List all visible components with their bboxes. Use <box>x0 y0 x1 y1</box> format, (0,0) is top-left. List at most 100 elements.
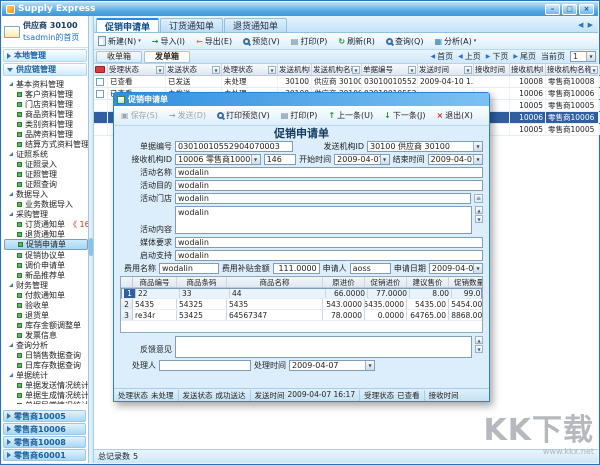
column-header[interactable]: 接收机构ID <box>510 64 546 75</box>
sidebar-item-selected[interactable]: 促销申请单 <box>4 239 88 250</box>
row-checkbox[interactable] <box>96 78 104 86</box>
scroll-up-icon[interactable]: ▲ <box>475 336 483 344</box>
fee-name-field[interactable]: wodalin <box>159 263 219 274</box>
sidebar-group[interactable]: 查询分析 <box>4 340 88 350</box>
sidebar-group[interactable]: 财务管理 <box>4 280 88 290</box>
refresh-button[interactable]: ↻刷新(R) <box>338 36 375 47</box>
print-button[interactable]: ▤打印(P) <box>291 36 328 47</box>
sidebar-item[interactable]: 验收单 <box>4 300 88 310</box>
filter-icon[interactable]: ▼ <box>156 66 164 74</box>
table-row[interactable]: 已查看 已发送 未处理 30100 供应商 30100 030100105529… <box>94 76 598 88</box>
tab-promotion-request[interactable]: 促销申请单 <box>96 18 159 32</box>
column-header[interactable]: 发送时间▼ <box>418 64 474 75</box>
scroll-up-icon[interactable]: ▲ <box>475 206 483 214</box>
sidebar-item[interactable]: 订货通知单《 1621 》 <box>4 219 88 229</box>
sidebar-group[interactable]: 数据导入 <box>4 189 88 199</box>
close-button[interactable]: × <box>579 4 594 15</box>
activity-purpose-field[interactable]: wodalin <box>175 180 483 191</box>
recv-extra-field[interactable]: 146 <box>264 154 297 165</box>
outbox-tab[interactable]: 发单箱 <box>144 51 190 63</box>
activity-name-field[interactable]: wodalin <box>175 167 483 178</box>
send-org-select[interactable]: 30100 供应商 30100▼ <box>367 141 483 152</box>
column-header[interactable]: 发送状态▼ <box>166 64 222 75</box>
new-button[interactable]: 新建(N)▾ <box>98 36 141 47</box>
column-header[interactable]: 受理状态▼ <box>108 64 166 75</box>
apply-date-select[interactable]: 2009-04-07▼ <box>429 263 483 274</box>
sidebar-item[interactable]: 证照录入 <box>4 159 88 169</box>
sidebar-item[interactable]: 证照管理 <box>4 169 88 179</box>
splitter-grip[interactable] <box>89 238 93 256</box>
sidebar-item[interactable]: 证照查询 <box>4 179 88 189</box>
sidebar-item[interactable]: 退货通知单 <box>4 229 88 239</box>
column-header[interactable]: 接收机构名称▼ <box>546 64 600 75</box>
sidebar-item[interactable]: 类别资料管理 <box>4 119 88 129</box>
sidebar-item[interactable]: 退货单 <box>4 310 88 320</box>
grid-row-selected[interactable]: 1 22 33 44 66.0000 77.0000 8.00 99.000 <box>121 288 482 299</box>
filter-icon[interactable]: ▼ <box>268 66 276 74</box>
import-button[interactable]: →导入(I) <box>152 36 185 47</box>
filter-icon[interactable]: ▼ <box>352 66 360 74</box>
sidebar-group[interactable]: 基本资料管理 <box>4 79 88 89</box>
sidebar-item[interactable]: 付款通知单 <box>4 290 88 300</box>
grid-column-header[interactable]: 原进价 <box>323 277 365 287</box>
scroll-down-icon[interactable]: ▼ <box>475 345 483 353</box>
end-date-select[interactable]: 2009-04-07▼ <box>428 154 483 165</box>
sidebar-section-local[interactable]: 本地管理 <box>3 49 87 62</box>
maximize-button[interactable]: ▢ <box>562 4 577 15</box>
sidebar-item[interactable]: 库存金额调整单 <box>4 320 88 330</box>
dropdown-icon[interactable]: ▾ <box>474 38 477 44</box>
retailer-bar[interactable]: 零售商10008 <box>3 436 86 448</box>
sidebar-group[interactable]: 证照系统 <box>4 149 88 159</box>
dropdown-icon[interactable]: ▾ <box>138 38 141 44</box>
sidebar-section-supply[interactable]: 供应链管理 <box>3 63 87 76</box>
sidebar-item[interactable]: 商品资料管理 <box>4 109 88 119</box>
sidebar-item[interactable]: 单据发送情况统计 <box>4 380 88 390</box>
doc-no-field[interactable]: 03010010552904070003 <box>175 141 293 152</box>
column-header[interactable]: 发送机构名称▼ <box>312 64 362 75</box>
sidebar-item[interactable]: 业务数据导入 <box>4 199 88 209</box>
retailer-bar[interactable]: 零售商10005 <box>3 410 86 422</box>
column-header[interactable]: 发送机构ID <box>278 64 312 75</box>
flag-column-header[interactable] <box>94 64 108 75</box>
filter-icon[interactable]: ▼ <box>590 66 598 74</box>
sidebar-item[interactable]: 结算方式资料管理 <box>4 139 88 149</box>
feedback-field[interactable] <box>175 336 472 358</box>
recv-org-select[interactable]: 10006 零售商10006▼ <box>175 154 261 165</box>
print-button[interactable]: ▤打印(P) <box>281 110 318 121</box>
tab-scroll-arrows-icon[interactable]: ◀ ▶ <box>578 21 596 32</box>
sidebar-group[interactable]: 采购管理 <box>4 209 88 219</box>
grid-row[interactable]: 3 re34r 53425 64567347 78.0000 0.0000 64… <box>121 310 482 321</box>
user-home-link[interactable]: tsadmin的首页 <box>23 32 79 43</box>
exit-button[interactable]: ×退出(X) <box>436 110 472 121</box>
previous-record-button[interactable]: ↑上一条(U) <box>328 110 373 121</box>
row-checkbox[interactable] <box>96 90 104 98</box>
print-preview-button[interactable]: 打印预览(V) <box>217 110 270 121</box>
next-record-button[interactable]: ↓下一条(J) <box>384 110 425 121</box>
sidebar-group[interactable]: 单据统计 <box>4 370 88 380</box>
handler-field[interactable] <box>159 360 251 371</box>
tab-order-notice[interactable]: 订货通知单 <box>160 18 223 32</box>
sidebar-item[interactable]: 门店资料管理 <box>4 99 88 109</box>
activity-stores-field[interactable]: wodalin <box>175 193 471 204</box>
activity-content-field[interactable]: wodalin <box>175 206 472 234</box>
tab-return-notice[interactable]: 退货通知单 <box>224 18 287 32</box>
grid-column-header[interactable]: 建议售价 <box>407 277 449 287</box>
sidebar-item[interactable]: 发票信息 <box>4 330 88 340</box>
sidebar-item[interactable]: 促销协议单 <box>4 250 88 260</box>
preview-button[interactable]: 预览(V) <box>243 36 280 47</box>
grid-column-header[interactable]: 商品条码 <box>177 277 227 287</box>
first-page-button[interactable]: ◀首页 <box>431 51 454 62</box>
filter-icon[interactable]: ▼ <box>212 66 220 74</box>
column-header[interactable]: 接收时间 <box>474 64 510 75</box>
scroll-down-icon[interactable]: ▼ <box>475 215 483 223</box>
send-button[interactable]: →发送(D) <box>169 110 206 121</box>
sidebar-item[interactable]: 客户资料管理 <box>4 89 88 99</box>
inbox-tab[interactable]: 收单箱 <box>96 51 142 63</box>
last-page-button[interactable]: ▶尾页 <box>513 51 536 62</box>
sidebar-item[interactable]: 单据生成情况统计 <box>4 390 88 400</box>
sidebar-item[interactable]: 单据异常情况统计 <box>4 400 88 404</box>
next-page-button[interactable]: ▶下页 <box>486 51 509 62</box>
save-button[interactable]: ▣保存(S) <box>121 110 158 121</box>
sidebar-item[interactable]: 品牌资料管理 <box>4 129 88 139</box>
grid-column-header[interactable]: 商品名称 <box>227 277 323 287</box>
